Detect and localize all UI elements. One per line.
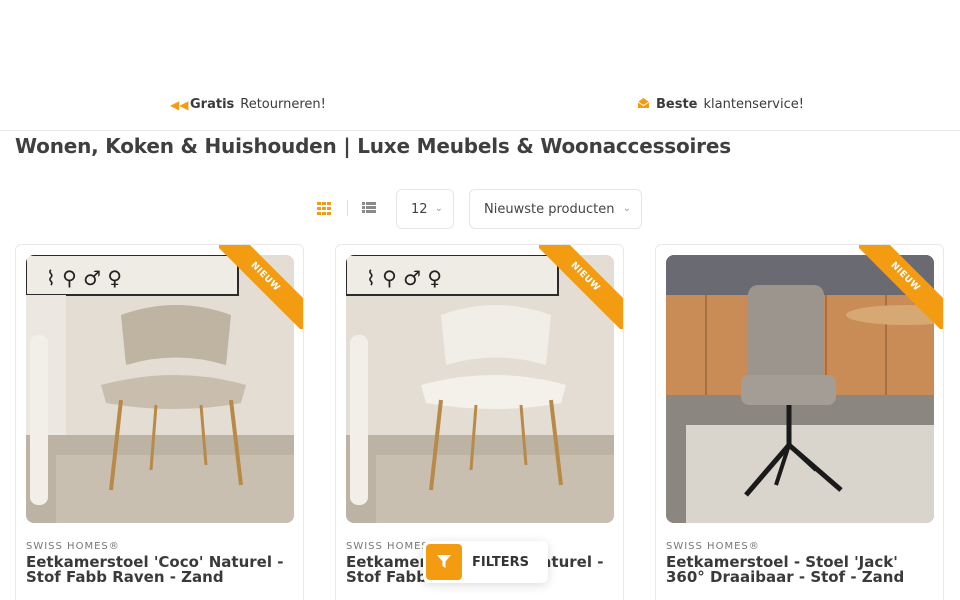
product-toolbar: 12 ⌄ Nieuwste producten ⌄ xyxy=(0,189,960,229)
product-brand: SWISS HOMES® xyxy=(26,541,120,552)
usp-returns: ◀◀ Gratis Retourneren! xyxy=(170,97,326,112)
new-badge-label: NIEUW xyxy=(219,245,303,329)
per-page-select[interactable]: 12 ⌄ xyxy=(396,189,454,229)
product-card[interactable]: ⌇ ⚲ ♂ ♀ NIEUW SWISS HOMES® Eetkamerstoel… xyxy=(15,244,304,600)
sort-value: Nieuwste producten xyxy=(484,201,615,217)
grid-view-icon[interactable] xyxy=(317,202,331,215)
filters-label: FILTERS xyxy=(472,554,529,570)
new-badge-label: NIEUW xyxy=(539,245,623,329)
header xyxy=(0,0,960,90)
rewind-icon: ◀◀ xyxy=(170,97,189,112)
new-badge: NIEUW xyxy=(539,245,623,329)
sort-select[interactable]: Nieuwste producten ⌄ xyxy=(469,189,642,229)
svg-text:⌇ ⚲ ♂ ♀: ⌇ ⚲ ♂ ♀ xyxy=(366,266,442,290)
chevron-down-icon: ⌄ xyxy=(622,203,631,214)
view-divider xyxy=(347,200,348,216)
list-view-icon[interactable] xyxy=(362,202,376,214)
product-brand: SWISS HOMES® xyxy=(666,541,760,552)
svg-text:⌇ ⚲ ♂ ♀: ⌇ ⚲ ♂ ♀ xyxy=(46,266,122,290)
filters-button[interactable]: FILTERS xyxy=(423,541,548,583)
usp-bar: ◀◀ Gratis Retourneren! Beste klantenserv… xyxy=(0,90,960,131)
usp-service-text: klantenservice! xyxy=(703,97,804,112)
page-title: Wonen, Koken & Huishouden | Luxe Meubels… xyxy=(15,134,731,158)
usp-service-bold: Beste xyxy=(656,97,698,112)
envelope-icon xyxy=(636,97,650,112)
usp-returns-text: Retourneren! xyxy=(240,97,326,112)
per-page-value: 12 xyxy=(411,201,428,217)
product-name[interactable]: Eetkamerstoel 'Coco' Naturel - Stof Fabb… xyxy=(26,555,296,585)
chevron-down-icon: ⌄ xyxy=(434,203,443,214)
new-badge-label: NIEUW xyxy=(859,245,943,329)
new-badge: NIEUW xyxy=(859,245,943,329)
new-badge: NIEUW xyxy=(219,245,303,329)
usp-service: Beste klantenservice! xyxy=(636,97,804,112)
product-name[interactable]: Eetkamerstoel - Stoel 'Jack' 360° Draaib… xyxy=(666,555,936,585)
product-card[interactable]: NIEUW SWISS HOMES® Eetkamerstoel - Stoel… xyxy=(655,244,944,600)
usp-returns-bold: Gratis xyxy=(190,97,235,112)
filter-icon xyxy=(426,544,462,580)
